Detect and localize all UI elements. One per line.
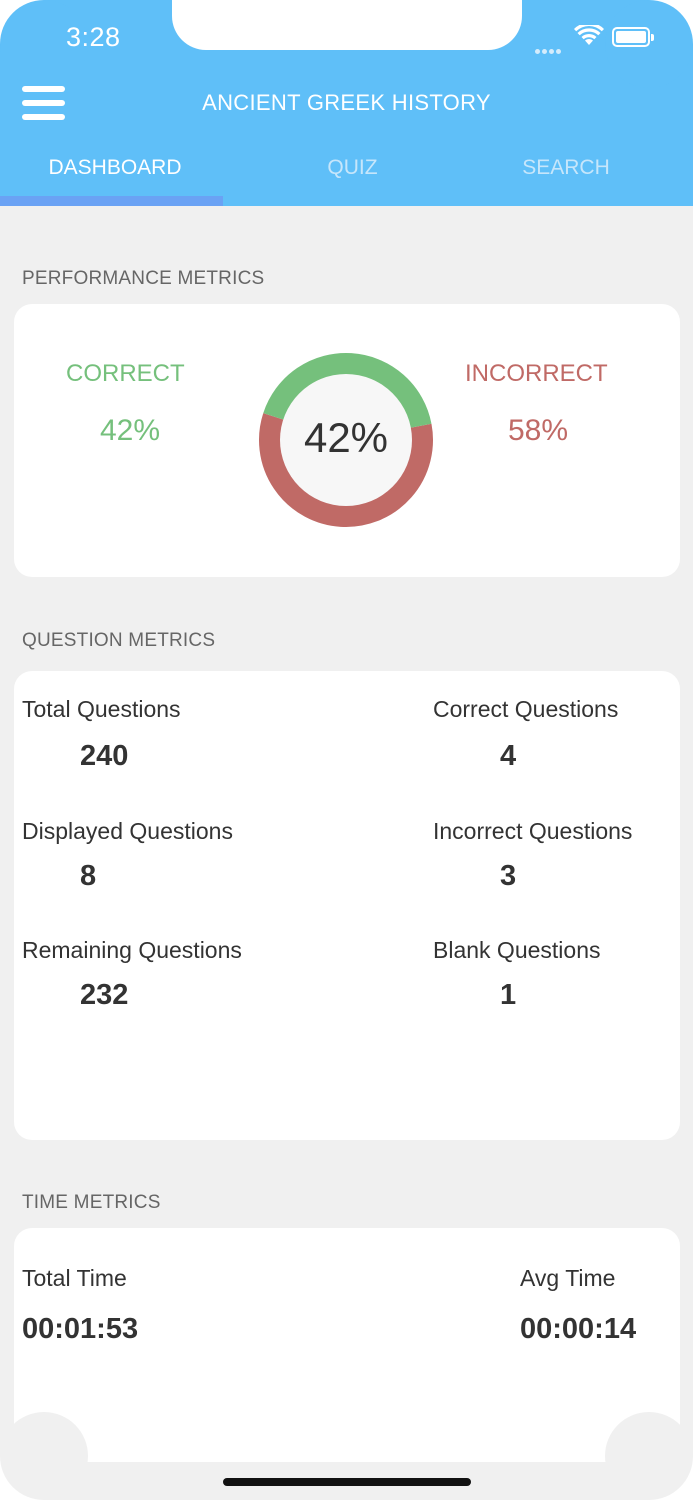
screen-corner: [605, 0, 693, 88]
displayed-questions-value: 8: [80, 860, 97, 892]
page-title: ANCIENT GREEK HISTORY: [202, 90, 491, 115]
tab-dashboard[interactable]: DASHBOARD: [0, 156, 230, 180]
incorrect-label: INCORRECT: [465, 360, 608, 387]
blank-questions-value: 1: [500, 979, 517, 1011]
battery-icon: [612, 27, 654, 47]
time-section-title: TIME METRICS: [22, 1192, 161, 1213]
total-questions-label: Total Questions: [22, 696, 181, 722]
correct-label: CORRECT: [66, 360, 185, 387]
remaining-questions-value: 232: [80, 979, 129, 1011]
avg-time-value: 00:00:14: [520, 1313, 637, 1345]
total-time-label: Total Time: [22, 1265, 127, 1291]
incorrect-questions-label: Incorrect Questions: [433, 818, 633, 844]
avg-time-label: Avg Time: [520, 1265, 616, 1291]
screen-corner: [605, 1412, 693, 1500]
app-header: 3:28 ANCIENT GREEK HISTORY DASHBOARD QUI…: [0, 0, 693, 206]
total-time-value: 00:01:53: [22, 1313, 139, 1345]
tab-quiz[interactable]: QUIZ: [255, 156, 450, 180]
incorrect-questions-value: 3: [500, 860, 517, 892]
active-tab-indicator: [0, 196, 223, 206]
displayed-questions-label: Displayed Questions: [22, 818, 233, 844]
wifi-icon: [574, 25, 604, 45]
remaining-questions-label: Remaining Questions: [22, 937, 242, 963]
incorrect-percent: 58%: [508, 414, 569, 447]
correct-questions-value: 4: [500, 740, 517, 772]
blank-questions-label: Blank Questions: [433, 937, 601, 963]
total-questions-value: 240: [80, 740, 129, 772]
status-time: 3:28: [66, 22, 121, 52]
device-notch: [172, 0, 522, 50]
correct-percent: 42%: [100, 414, 161, 447]
screen-corner: [0, 1412, 88, 1500]
screen-corner: [0, 0, 88, 88]
donut-center-label: 42%: [303, 414, 389, 461]
home-indicator[interactable]: [223, 1478, 471, 1486]
correct-questions-label: Correct Questions: [433, 696, 619, 722]
tab-search[interactable]: SEARCH: [470, 156, 662, 180]
performance-section-title: PERFORMANCE METRICS: [22, 268, 265, 289]
question-section-title: QUESTION METRICS: [22, 630, 216, 651]
cellular-signal-icon: [535, 41, 563, 59]
